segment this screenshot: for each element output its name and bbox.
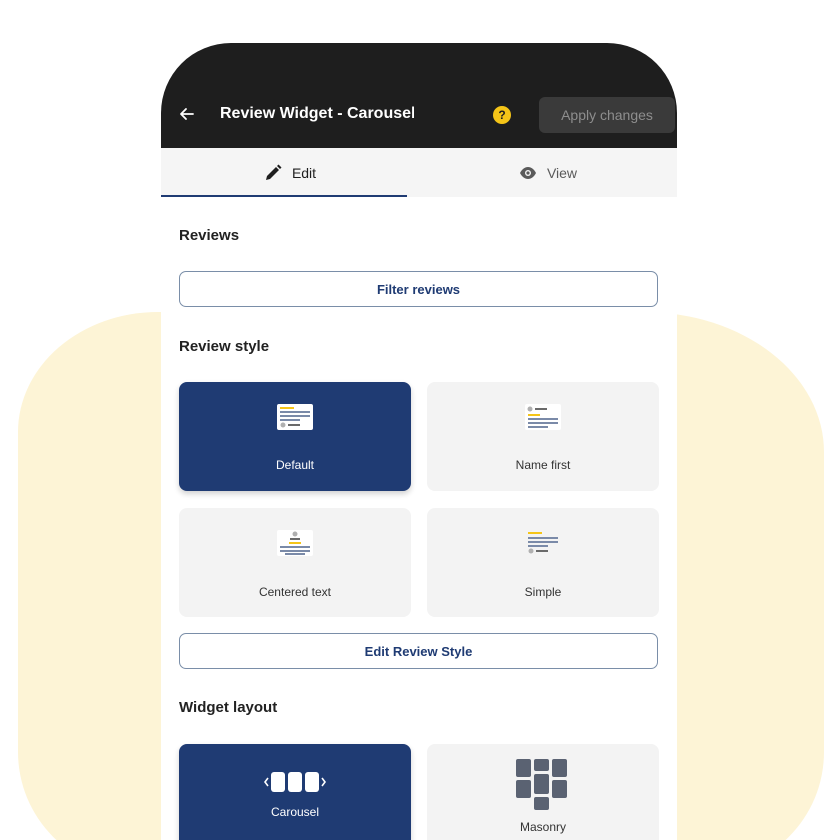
widget-layout-section-title: Widget layout (179, 699, 278, 716)
help-icon[interactable]: ? (493, 106, 511, 124)
name-first-style-preview-icon (525, 404, 561, 430)
page-title: Review Widget - Carousel (220, 105, 414, 122)
top-bar: Review Widget - Carousel ? Apply changes (161, 43, 677, 148)
stage: Review Widget - Carousel ? Apply changes… (0, 0, 840, 840)
tab-edit[interactable]: Edit (161, 148, 419, 197)
style-option-centered-text[interactable]: Centered text (179, 508, 411, 617)
layout-option-masonry[interactable]: Masonry (427, 744, 659, 840)
simple-style-preview-icon (528, 532, 558, 554)
tab-view[interactable]: View (419, 148, 677, 197)
apply-changes-button[interactable]: Apply changes (539, 97, 675, 133)
style-option-default[interactable]: Default (179, 382, 411, 491)
reviews-section-title: Reviews (179, 227, 240, 244)
centered-text-style-preview-icon (277, 530, 313, 556)
layout-option-masonry-label: Masonry (519, 820, 566, 834)
layout-option-carousel[interactable]: Carousel (179, 744, 411, 840)
tab-view-label: View (546, 164, 578, 181)
default-style-preview-icon (277, 404, 313, 430)
active-tab-indicator (161, 195, 407, 197)
style-option-centered-text-label: Centered text (258, 585, 332, 599)
masonry-layout-icon (516, 759, 567, 810)
style-option-name-first-label: Name first (515, 458, 571, 472)
style-option-default-label: Default (275, 458, 315, 472)
style-option-simple-label: Simple (524, 585, 562, 599)
pencil-icon (265, 164, 282, 180)
style-option-name-first[interactable]: Name first (427, 382, 659, 491)
tab-bar: Edit View (161, 148, 677, 197)
layout-option-carousel-label: Carousel (270, 805, 320, 819)
eye-icon (519, 166, 536, 179)
filter-reviews-button[interactable]: Filter reviews (179, 271, 658, 307)
review-style-section-title: Review style (179, 338, 270, 355)
back-arrow-icon[interactable] (179, 106, 195, 122)
style-option-simple[interactable]: Simple (427, 508, 659, 617)
phone-frame: Review Widget - Carousel ? Apply changes… (161, 43, 677, 840)
tab-edit-label: Edit (291, 164, 317, 181)
edit-review-style-button[interactable]: Edit Review Style (179, 633, 658, 669)
carousel-layout-icon (264, 772, 326, 792)
